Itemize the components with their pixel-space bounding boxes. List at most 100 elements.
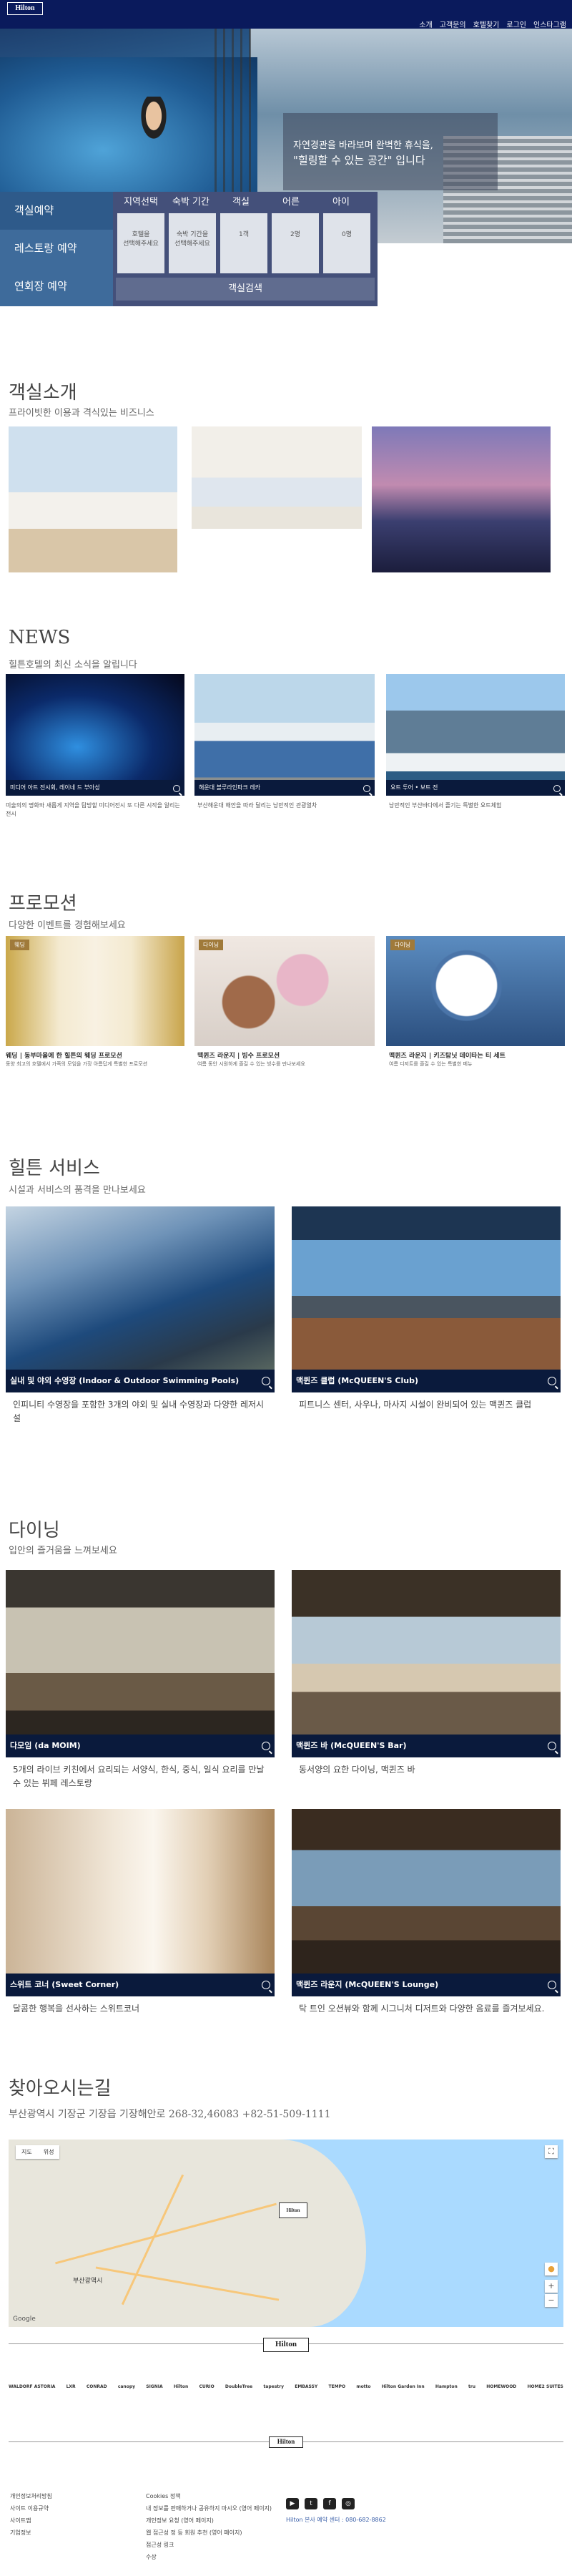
hero-person-image	[129, 97, 179, 161]
dining-card-sweet[interactable]: 스위트 코너 (Sweet Corner)	[6, 1809, 275, 1996]
promo-card-3-desc: 여름 디저트를 즐길 수 있는 특별한 메뉴	[389, 1061, 473, 1067]
footer-links-col1: 개인정보처리방침 사이트 이용규약 사이트맵 기업정보	[10, 2490, 52, 2539]
room-search-button[interactable]: 객실검색	[116, 278, 375, 301]
brand-curio[interactable]: CURIO	[199, 2384, 214, 2389]
fullscreen-icon[interactable]: ⛶	[545, 2145, 558, 2158]
brand-doubletree[interactable]: DoubleTree	[225, 2384, 252, 2389]
location-map[interactable]: 지도 위성 Hilton 부산광역시 Google ⛶ ● + −	[9, 2140, 563, 2327]
map-tab-satellite[interactable]: 위성	[38, 2145, 60, 2159]
tab-restaurant-reservation[interactable]: 레스토랑 예약	[0, 230, 113, 268]
brand-tempo[interactable]: TEMPO	[328, 2384, 345, 2389]
link-web-accessibility[interactable]: 웹 접근성 정 등 회원 추천 (영어 페이지)	[146, 2527, 272, 2539]
nav-login[interactable]: 로그인	[506, 19, 526, 29]
dining-title: 다이닝	[9, 1520, 60, 1541]
brand-hampton[interactable]: Hampton	[435, 2384, 458, 2389]
link-terms[interactable]: 사이트 이용규약	[10, 2502, 52, 2514]
brand-homewood[interactable]: HOMEWOOD	[486, 2384, 516, 2389]
news-card-3-caption: 요트 투어 • 보트 전	[386, 780, 565, 796]
dining-card-bar[interactable]: 맥퀸즈 바 (McQUEEN'S Bar)	[292, 1570, 561, 1757]
link-accessibility[interactable]: 접근성 링크	[146, 2539, 272, 2551]
dining-card-damoim[interactable]: 다모임 (da MOIM)	[6, 1570, 275, 1757]
service-card-pools[interactable]: 실내 및 야외 수영장 (Indoor & Outdoor Swimming P…	[6, 1206, 275, 1392]
news-card-2-caption: 해운대 블루라인파크 레카	[194, 780, 375, 796]
brand-tapestry[interactable]: tapestry	[263, 2384, 284, 2389]
brand-embassy[interactable]: EMBASSY	[295, 2384, 317, 2389]
map-tab-map[interactable]: 지도	[16, 2145, 38, 2159]
news-subtitle: 힐튼호텔의 최신 소식을 알립니다	[9, 660, 137, 670]
nav-find-hotel[interactable]: 호텔찾기	[473, 19, 500, 29]
youtube-icon[interactable]: ▶	[286, 2498, 299, 2509]
instagram-icon[interactable]: ◎	[342, 2498, 355, 2509]
zoom-in-icon[interactable]: +	[545, 2280, 558, 2293]
brand-lxr[interactable]: LXR	[66, 2384, 76, 2389]
promotion-subtitle: 다양한 이벤트를 경험해보세요	[9, 920, 126, 931]
pegman-icon[interactable]: ●	[545, 2263, 558, 2275]
zoom-icon	[363, 785, 370, 792]
brand-hilton[interactable]: Hilton	[174, 2384, 188, 2389]
tab-room-reservation[interactable]: 객실예약	[0, 192, 113, 230]
nav-instagram[interactable]: 인스타그램	[533, 19, 566, 29]
zoom-out-icon[interactable]: −	[545, 2294, 558, 2307]
location-title: 찾아오시는길	[9, 2078, 112, 2099]
nav-about[interactable]: 소개	[419, 19, 432, 29]
link-awards[interactable]: 수상	[146, 2551, 272, 2563]
hilton-map-pin[interactable]: Hilton	[279, 2202, 307, 2218]
rooms-title: 객실소개	[9, 382, 77, 404]
brand-motto[interactable]: motto	[356, 2384, 370, 2389]
footer-hilton-logo[interactable]: Hilton	[263, 2338, 309, 2352]
map-road	[121, 2174, 184, 2306]
promo-card-1-title[interactable]: 웨딩 | 동부마을에 한 힐튼의 웨딩 프로모션	[6, 1050, 189, 1060]
promo-card-1-desc: 동양 최고의 호텔에서 가족의 모임을 가장 아름답게 특별한 프로모션	[6, 1061, 148, 1067]
hilton-logo[interactable]: Hilton	[7, 2, 43, 15]
news-card-3[interactable]: 요트 투어 • 보트 전	[386, 674, 565, 796]
link-sitemap[interactable]: 사이트맵	[10, 2514, 52, 2527]
children-select[interactable]: 0명	[323, 213, 370, 273]
footer-hilton-logo-small[interactable]: Hilton	[269, 2436, 303, 2448]
news-card-1-desc: 미술의의 명화와 새롭게 지역을 탐방할 미디어전시 또 다른 시작을 알리는 …	[6, 802, 180, 817]
stay-period-select[interactable]: 숙박 기간을 선택해주세요	[169, 213, 216, 273]
link-cookies[interactable]: Cookies 정책	[146, 2490, 272, 2502]
promo-card-2-title[interactable]: 맥퀸즈 라운지 | 빙수 프로모션	[197, 1050, 376, 1060]
room-image-3[interactable]	[372, 426, 551, 572]
brand-canopy[interactable]: canopy	[118, 2384, 135, 2389]
room-image-2[interactable]	[192, 426, 362, 572]
promo-card-3[interactable]: 다이닝	[386, 936, 565, 1046]
promo-card-3-title[interactable]: 맥퀸즈 라운지 | 키즈탐닛 데이타는 티 세트	[389, 1050, 565, 1060]
zoom-icon	[548, 1377, 556, 1385]
tab-banquet-reservation[interactable]: 연회장 예약	[0, 268, 113, 306]
google-logo: Google	[13, 2316, 36, 2323]
brand-conrad[interactable]: CONRAD	[87, 2384, 107, 2389]
twitter-icon[interactable]: t	[305, 2498, 317, 2509]
news-card-1[interactable]: 미디어 아트 전시회, 레이네 드 부아성	[6, 674, 184, 796]
brand-home2[interactable]: HOME2 SUITES	[527, 2384, 563, 2389]
service-card-club[interactable]: 맥퀸즈 클럽 (McQUEEN'S Club)	[292, 1206, 561, 1392]
promo-card-2-badge: 다이닝	[199, 940, 224, 950]
promo-card-1[interactable]: 웨딩	[6, 936, 184, 1046]
dining-card-lounge[interactable]: 맥퀸즈 라운지 (McQUEEN'S Lounge)	[292, 1809, 561, 1996]
adults-select[interactable]: 2명	[272, 213, 319, 273]
reservation-center-text[interactable]: Hilton 본사 예약 센터 : 080-682-8862	[286, 2516, 386, 2524]
brand-garden-inn[interactable]: Hilton Garden Inn	[382, 2384, 425, 2389]
link-privacy[interactable]: 개인정보처리방침	[10, 2490, 52, 2502]
nav-contact[interactable]: 고객문의	[440, 19, 466, 29]
room-image-1[interactable]	[9, 426, 177, 572]
facebook-icon[interactable]: f	[323, 2498, 336, 2509]
rooms-select[interactable]: 1객	[220, 213, 267, 273]
brand-signia[interactable]: SIGNIA	[146, 2384, 162, 2389]
region-select[interactable]: 호텔을 선택해주세요	[117, 213, 164, 273]
dining-card-bar-desc: 동서양의 요한 다이닝, 맥퀸즈 바	[299, 1765, 415, 1775]
brand-tru[interactable]: tru	[468, 2384, 475, 2389]
promo-card-2[interactable]: 다이닝	[194, 936, 375, 1046]
dining-card-sweet-caption: 스위트 코너 (Sweet Corner)	[6, 1974, 275, 1996]
link-do-not-sell[interactable]: 내 정보를 판매하거나 공유하지 마시오 (영어 페이지)	[146, 2502, 272, 2514]
zoom-icon	[262, 1377, 270, 1385]
label-stay-period: 숙박 기간	[172, 197, 209, 208]
booking-form: 지역선택 숙박 기간 객실 어른 아이 호텔을 선택해주세요 숙박 기간을 선택…	[113, 192, 378, 306]
brand-logos: WALDORF ASTORIA LXR CONRAD canopy SIGNIA…	[9, 2384, 563, 2389]
news-card-2[interactable]: 해운대 블루라인파크 레카	[194, 674, 375, 796]
link-privacy-request[interactable]: 개인정보 요청 (영어 페이지)	[146, 2514, 272, 2527]
dining-card-damoim-caption: 다모임 (da MOIM)	[6, 1735, 275, 1757]
dining-card-bar-caption: 맥퀸즈 바 (McQUEEN'S Bar)	[292, 1735, 561, 1757]
brand-waldorf[interactable]: WALDORF ASTORIA	[9, 2384, 55, 2389]
link-corporate[interactable]: 기업정보	[10, 2527, 52, 2539]
